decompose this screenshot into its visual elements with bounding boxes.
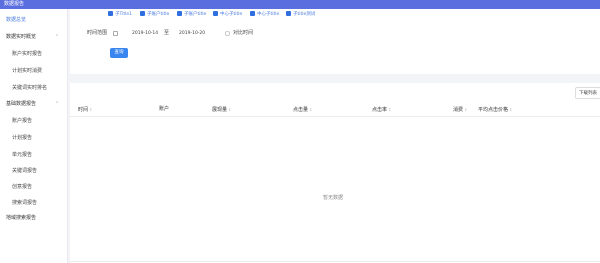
sidebar-item-plan-realtime[interactable]: 计划实时消费 (12, 68, 42, 75)
checkbox-option[interactable]: 子Title1 (108, 11, 132, 18)
calendar-icon[interactable] (113, 31, 118, 36)
sidebar: 数据总览 数据实时概览 ⌃ 账户实时报告 计划实时消费 关键词实时排名 基础数据… (0, 9, 68, 263)
header-divider (70, 116, 600, 117)
column-header-ctr[interactable]: 点击率⇕ (372, 106, 391, 114)
checkbox-option[interactable]: 子title测试 (286, 11, 315, 18)
table-bottom-divider (70, 261, 600, 262)
empty-state-text: 暂无数据 (322, 195, 343, 201)
compare-time-checkbox[interactable] (225, 31, 230, 36)
sidebar-item-account-report[interactable]: 账户报告 (12, 118, 32, 125)
column-header-account: 账户 (159, 106, 170, 112)
column-header-time[interactable]: 时间⇕ (78, 106, 92, 114)
app-title: 数据报告 (4, 1, 25, 7)
sidebar-item-account-realtime[interactable]: 账户实时报告 (12, 51, 42, 58)
sidebar-item-keyword-report[interactable]: 关键词报告 (12, 168, 37, 175)
to-label: 至 (164, 30, 170, 36)
checkbox-checked-icon[interactable] (213, 11, 218, 16)
checkbox-option[interactable]: 子账户title (177, 11, 206, 18)
sidebar-item-plan-report[interactable]: 计划报告 (12, 135, 32, 142)
sidebar-item-searchterm-report[interactable]: 搜索词报告 (12, 200, 37, 207)
sort-icon[interactable]: ⇕ (228, 107, 231, 112)
sidebar-item-unit-report[interactable]: 单元报告 (12, 152, 32, 159)
column-header-impressions[interactable]: 展现量⇕ (212, 106, 231, 114)
top-bar: 数据报告 (0, 0, 600, 9)
download-list-button[interactable]: 下载列表 (575, 87, 600, 99)
checkbox-checked-icon[interactable] (250, 11, 255, 16)
column-header-avg-cpc[interactable]: 平均点击价格⇕ (478, 106, 512, 114)
sort-icon[interactable]: ⇕ (388, 107, 391, 112)
start-date-field[interactable]: 2019-10-14 (132, 30, 158, 37)
column-header-cost[interactable]: 消费⇕ (453, 106, 467, 114)
compare-time-label: 对比时间 (233, 30, 254, 36)
sidebar-group-realtime[interactable]: 数据实时概览 (6, 34, 36, 41)
end-date-field[interactable]: 2019-10-20 (179, 30, 205, 37)
sort-icon[interactable]: ⇕ (509, 107, 512, 112)
sidebar-item-region-search[interactable]: 地域搜索报告 (6, 215, 36, 222)
query-button[interactable]: 查询 (110, 48, 128, 58)
sidebar-item-keyword-rank[interactable]: 关键词实时排名 (12, 85, 47, 92)
checkbox-checked-icon[interactable] (140, 11, 145, 16)
checkbox-option[interactable]: 中心子title (213, 11, 242, 18)
sidebar-group-basic[interactable]: 基础数据报告 (6, 101, 36, 108)
sort-icon[interactable]: ⇕ (464, 107, 467, 112)
column-header-clicks[interactable]: 点击量⇕ (293, 106, 312, 114)
time-range-label: 时间范围 (87, 30, 108, 36)
filter-panel: 子Title1 子账户title 子账户title 中心子title 中心子ti… (70, 9, 600, 74)
sort-icon[interactable]: ⇕ (89, 107, 92, 112)
sort-icon[interactable]: ⇕ (309, 107, 312, 112)
chevron-up-icon[interactable]: ⌃ (55, 34, 59, 41)
chevron-up-icon[interactable]: ⌃ (55, 101, 59, 108)
checkbox-checked-icon[interactable] (177, 11, 182, 16)
checkbox-option[interactable]: 中心子title (250, 11, 279, 18)
checkbox-option[interactable]: 子账户title (140, 11, 169, 18)
report-table (70, 83, 600, 263)
main-content: 子Title1 子账户title 子账户title 中心子title 中心子ti… (68, 9, 600, 263)
sidebar-item-creative-report[interactable]: 创意报告 (12, 184, 32, 191)
checkbox-checked-icon[interactable] (286, 11, 291, 16)
sidebar-item-overview[interactable]: 数据总览 (6, 17, 26, 24)
checkbox-checked-icon[interactable] (108, 11, 113, 16)
